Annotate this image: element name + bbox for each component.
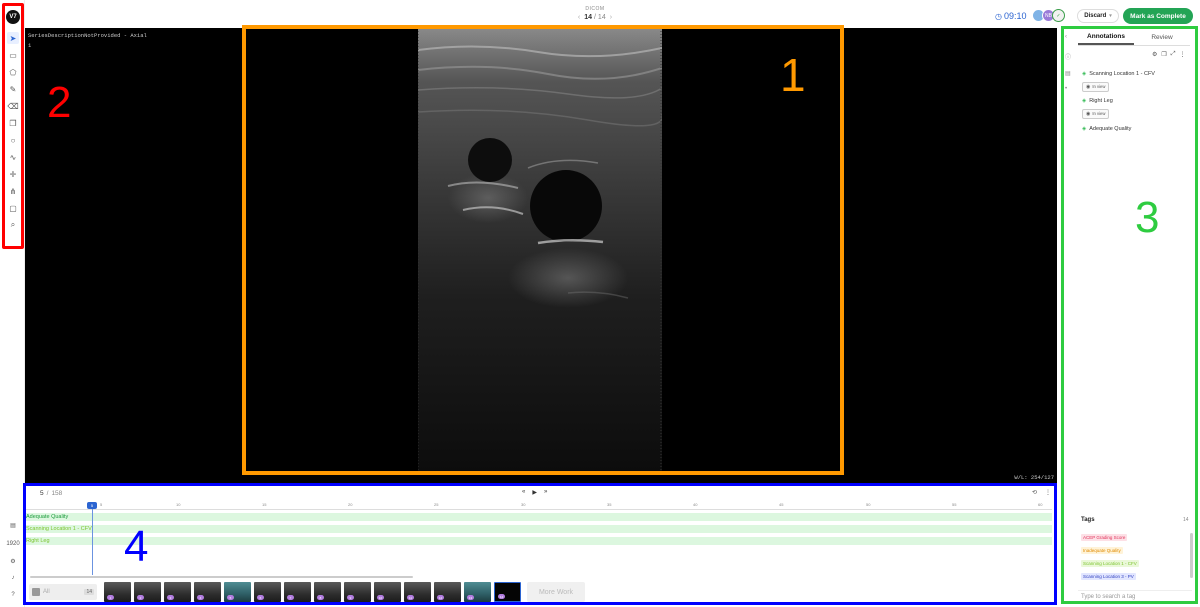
prev-frame-icon[interactable]: ‹ xyxy=(574,14,584,21)
check-icon[interactable]: ✓ xyxy=(1052,9,1065,22)
clock-icon: ◷ xyxy=(995,12,1002,21)
current-frame: 14 xyxy=(584,14,593,21)
series-index: 1 xyxy=(28,42,32,49)
sound-icon[interactable]: ♪ xyxy=(6,575,20,581)
series-description: SeriesDescriptionNotProvided - Axial xyxy=(28,32,147,39)
total-frames: 14 xyxy=(597,14,606,21)
frame-separator: / xyxy=(594,14,596,21)
callout-label-3: 3 xyxy=(1135,193,1160,242)
timer: ◷ 09:10 xyxy=(995,11,1027,21)
callout-label-2: 2 xyxy=(47,78,72,127)
next-frame-icon[interactable]: › xyxy=(606,14,616,21)
window-level: W/L: 254/127 xyxy=(1014,474,1054,481)
mark-complete-button[interactable]: Mark as Complete xyxy=(1123,8,1193,24)
resolution-label: 1920 xyxy=(6,541,20,547)
chevron-down-icon: ▾ xyxy=(1109,13,1112,19)
callout-box-viewer xyxy=(242,25,844,475)
dicom-label: DICOM xyxy=(585,6,605,12)
callout-box-toolbar xyxy=(2,3,24,249)
callout-box-timeline xyxy=(23,483,1057,605)
callout-label-4: 4 xyxy=(124,522,149,571)
chat-icon[interactable]: ▤ xyxy=(6,522,20,529)
callout-box-panel xyxy=(1061,26,1198,604)
help-icon[interactable]: ? xyxy=(6,592,20,598)
discard-button[interactable]: Discard ▾ xyxy=(1077,9,1119,23)
callout-label-1: 1 xyxy=(780,49,806,101)
settings-icon[interactable]: ⚙ xyxy=(6,558,20,565)
discard-label: Discard xyxy=(1084,13,1107,19)
frame-navigator: ‹ 14 / 14 › xyxy=(565,14,625,21)
timer-value: 09:10 xyxy=(1003,11,1027,21)
app-root: DICOM ‹ 14 / 14 › ◷ 09:10 NB ✓ Discard ▾ Mar… xyxy=(0,0,1200,607)
avatar-group[interactable]: NB ✓ xyxy=(1032,9,1065,22)
